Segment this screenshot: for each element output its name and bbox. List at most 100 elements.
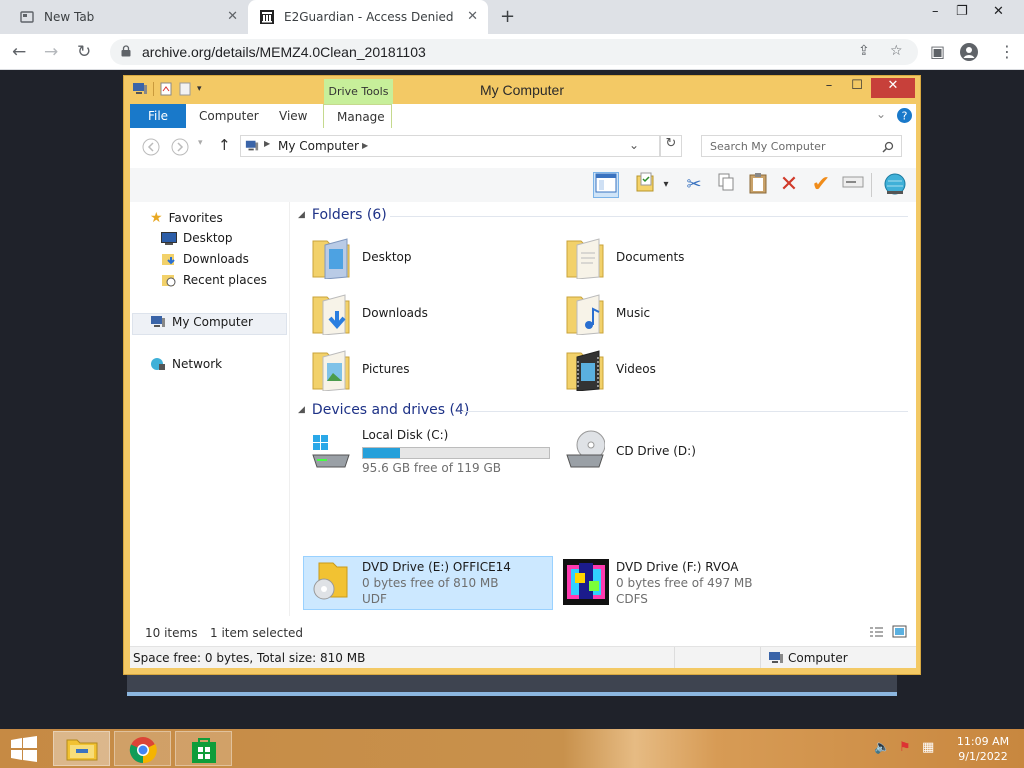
computer-icon (769, 652, 783, 663)
drive-free-text: 95.6 GB free of 119 GB (362, 461, 501, 475)
taskbar-store-button[interactable] (175, 731, 232, 766)
nav-network-label: Network (172, 357, 223, 371)
folder-documents[interactable]: Documents (559, 231, 809, 285)
taskbar-explorer-button[interactable] (53, 731, 110, 766)
rename-check-icon[interactable]: ✔ (808, 172, 834, 198)
forward-icon[interactable]: → (44, 42, 58, 62)
nav-my-computer[interactable]: My Computer (150, 315, 253, 329)
title-bar[interactable]: ▾ Drive Tools My Computer – ☐ ✕ (124, 76, 920, 105)
bookmark-star-icon[interactable]: ☆ (890, 43, 903, 59)
folder-downloads[interactable]: Downloads (305, 287, 555, 341)
devices-group-title: Devices and drives (4) (311, 402, 470, 418)
recent-places-icon (162, 275, 176, 287)
expand-ribbon-icon[interactable]: ⌄ (876, 107, 886, 121)
reload-icon[interactable]: ↻ (77, 42, 91, 62)
maximize-icon[interactable]: ☐ (842, 78, 872, 98)
rvoa-dvd-icon (563, 559, 609, 605)
breadcrumb-my-computer[interactable]: My Computer (278, 139, 359, 153)
tab-close-icon[interactable]: ✕ (467, 9, 478, 24)
folder-pictures[interactable]: Pictures (305, 343, 555, 397)
address-path[interactable]: ▶ My Computer ▶ ⌄ (240, 135, 660, 157)
tab-computer[interactable]: Computer (199, 109, 259, 123)
network-globe-icon[interactable] (882, 172, 908, 198)
drive-dvd-e[interactable]: DVD Drive (E:) OFFICE14 0 bytes free of … (305, 557, 555, 607)
back-icon[interactable]: ← (12, 42, 26, 62)
item-count: 10 items (145, 626, 198, 640)
details-view-icon[interactable] (869, 626, 884, 638)
drive-dvd-f[interactable]: DVD Drive (F:) RVOA 0 bytes free of 497 … (559, 557, 809, 607)
action-center-warning-icon[interactable]: ⚑ (899, 740, 911, 755)
search-input[interactable]: Search My Computer (701, 135, 902, 157)
side-panel-icon[interactable]: ▣ (930, 42, 945, 61)
minimize-icon[interactable]: – (814, 78, 844, 98)
drive-label: CD Drive (D:) (616, 444, 696, 458)
refresh-icon[interactable]: ↻ (660, 135, 682, 157)
devices-group-header[interactable]: ◢ Devices and drives (4) (298, 402, 469, 418)
nav-item-desktop[interactable]: Desktop (161, 231, 233, 245)
minimize-icon[interactable]: – (932, 4, 939, 19)
copy-icon[interactable] (713, 172, 739, 198)
content-area: ★ Favorites Desktop Downloads Recent pla… (130, 202, 916, 616)
cut-icon[interactable]: ✂ (681, 172, 707, 198)
volume-muted-icon[interactable]: 🔈 (874, 740, 890, 755)
taskbar-chrome-button[interactable] (114, 731, 171, 766)
nav-item-downloads[interactable]: Downloads (161, 252, 249, 266)
collapse-arrow-icon[interactable]: ◢ (298, 405, 305, 415)
paste-icon[interactable] (745, 172, 771, 198)
collapse-arrow-icon[interactable]: ◢ (298, 210, 305, 220)
system-clock[interactable]: 11:09 AM 9/1/2022 (948, 734, 1018, 764)
up-icon[interactable]: ↑ (218, 136, 231, 154)
menu-kebab-icon[interactable]: ⋮ (999, 42, 1015, 61)
drive-cd-d[interactable]: CD Drive (D:) (559, 425, 809, 475)
folder-label: Music (616, 306, 651, 320)
drive-filesystem: CDFS (616, 592, 648, 606)
nav-favorites[interactable]: ★ Favorites (150, 210, 223, 226)
folders-group-header[interactable]: ◢ Folders (6) (298, 207, 387, 223)
desktop-icon (161, 231, 177, 245)
network-status-icon[interactable]: ▦ (922, 740, 934, 755)
tab-manage[interactable]: Manage (323, 104, 392, 128)
drive-usage-fill (363, 448, 401, 458)
drive-local-disk-c[interactable]: Local Disk (C:) 95.6 GB free of 119 GB (305, 425, 555, 475)
tab-file[interactable]: File (130, 104, 186, 128)
details-bar: Space free: 0 bytes, Total size: 810 MB … (130, 646, 916, 668)
omnibox[interactable]: archive.org/details/MEMZ4.0Clean_2018110… (110, 39, 918, 65)
folder-music[interactable]: Music (559, 287, 809, 341)
tab-access-denied[interactable]: E2Guardian - Access Denied ✕ (248, 0, 488, 34)
explorer-window: ▾ Drive Tools My Computer – ☐ ✕ File Com… (123, 75, 921, 675)
tab-close-icon[interactable]: ✕ (227, 9, 238, 24)
nav-item-label: Downloads (183, 252, 249, 266)
properties-icon[interactable] (633, 172, 659, 198)
share-icon[interactable]: ⇪ (858, 43, 870, 59)
url-text[interactable]: archive.org/details/MEMZ4.0Clean_2018110… (142, 44, 426, 60)
new-tab-button[interactable]: + (500, 6, 515, 27)
recent-locations-icon[interactable]: ▾ (198, 138, 203, 148)
eject-icon[interactable] (840, 172, 866, 198)
start-windows-icon[interactable] (10, 736, 38, 762)
close-button[interactable]: ✕ (871, 78, 915, 98)
lock-icon (121, 45, 131, 57)
breadcrumb-arrow-icon[interactable]: ▶ (264, 139, 270, 148)
selected-count: 1 item selected (210, 626, 304, 640)
properties-dropdown-icon[interactable]: ▾ (659, 172, 673, 198)
large-icons-view-icon[interactable] (892, 625, 907, 638)
tab-new-tab[interactable]: New Tab ✕ (8, 0, 248, 34)
folder-videos[interactable]: Videos (559, 343, 809, 397)
office-dvd-icon (313, 562, 348, 600)
forward-icon[interactable] (171, 138, 189, 156)
nav-network[interactable]: Network (150, 357, 222, 371)
preview-pane-icon[interactable] (593, 172, 619, 198)
breadcrumb-arrow-icon[interactable]: ▶ (362, 141, 368, 150)
tab-view[interactable]: View (279, 109, 307, 123)
path-dropdown-icon[interactable]: ⌄ (629, 138, 639, 152)
back-icon[interactable] (142, 138, 160, 156)
folder-label: Documents (616, 250, 685, 264)
nav-item-recent-places[interactable]: Recent places (161, 273, 267, 287)
profile-avatar-icon[interactable] (960, 43, 978, 61)
folder-desktop[interactable]: Desktop (305, 231, 555, 285)
delete-icon[interactable]: ✕ (776, 172, 802, 198)
help-icon[interactable]: ? (897, 108, 912, 123)
window-title: My Computer (479, 82, 565, 98)
restore-icon[interactable]: ❐ (956, 4, 968, 19)
close-icon[interactable]: ✕ (993, 4, 1004, 19)
